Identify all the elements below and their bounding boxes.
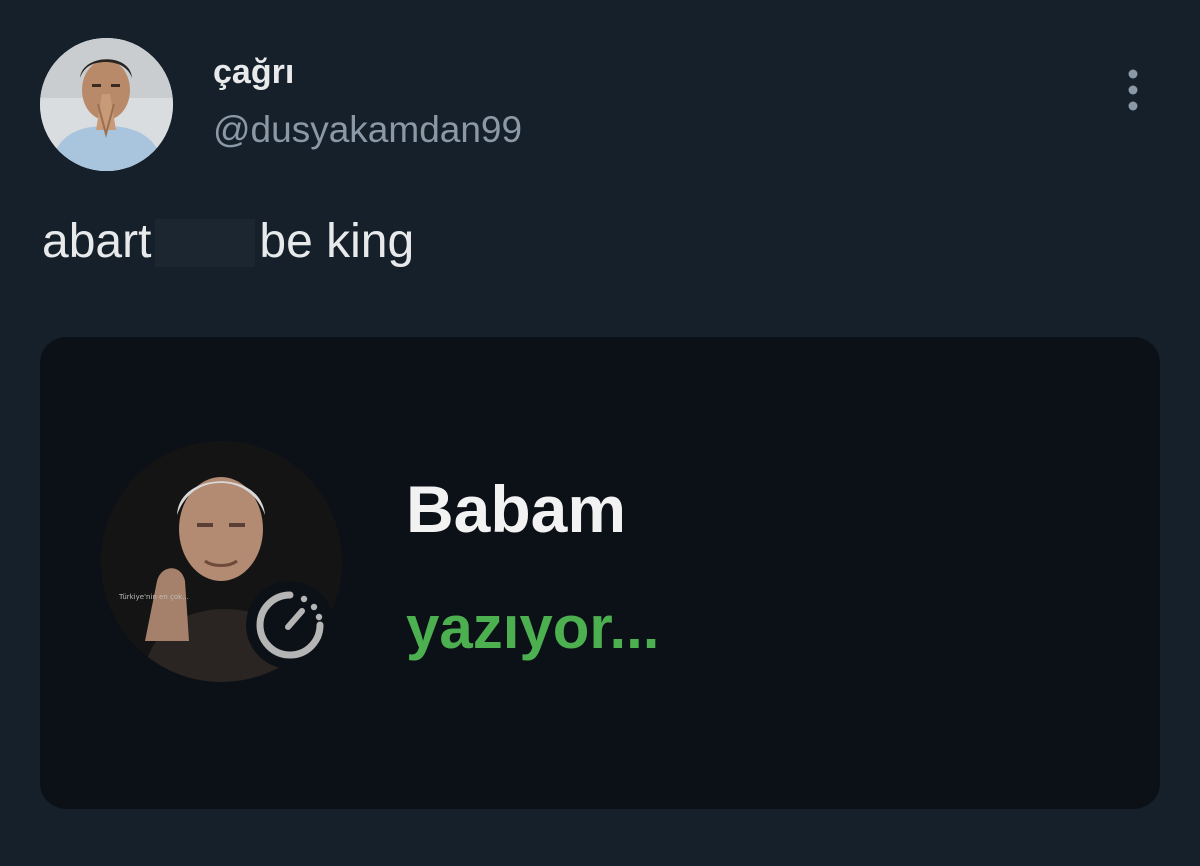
tweet-media-image[interactable]: Türkiye'nin en çok... Babam yazıyor... [40,337,1160,809]
typing-status: yazıyor... [406,594,660,661]
more-options-icon[interactable] [1119,68,1147,114]
author-display-name[interactable]: çağrı [213,52,294,92]
tweet-text-after: be king [259,215,415,268]
redacted-text-block [155,219,256,267]
tweet-text: abart be king [42,213,414,271]
author-handle[interactable]: @dusyakamdan99 [213,108,522,152]
contact-avatar-caption: Türkiye'nin en çok... [118,593,189,601]
tweet: çağrı @dusyakamdan99 abart be king Türkiy… [0,0,1200,866]
contact-name: Babam [406,472,627,546]
author-avatar[interactable] [40,38,173,171]
tweet-text-before: abart [42,215,152,268]
disappearing-messages-timer-icon [246,581,334,669]
